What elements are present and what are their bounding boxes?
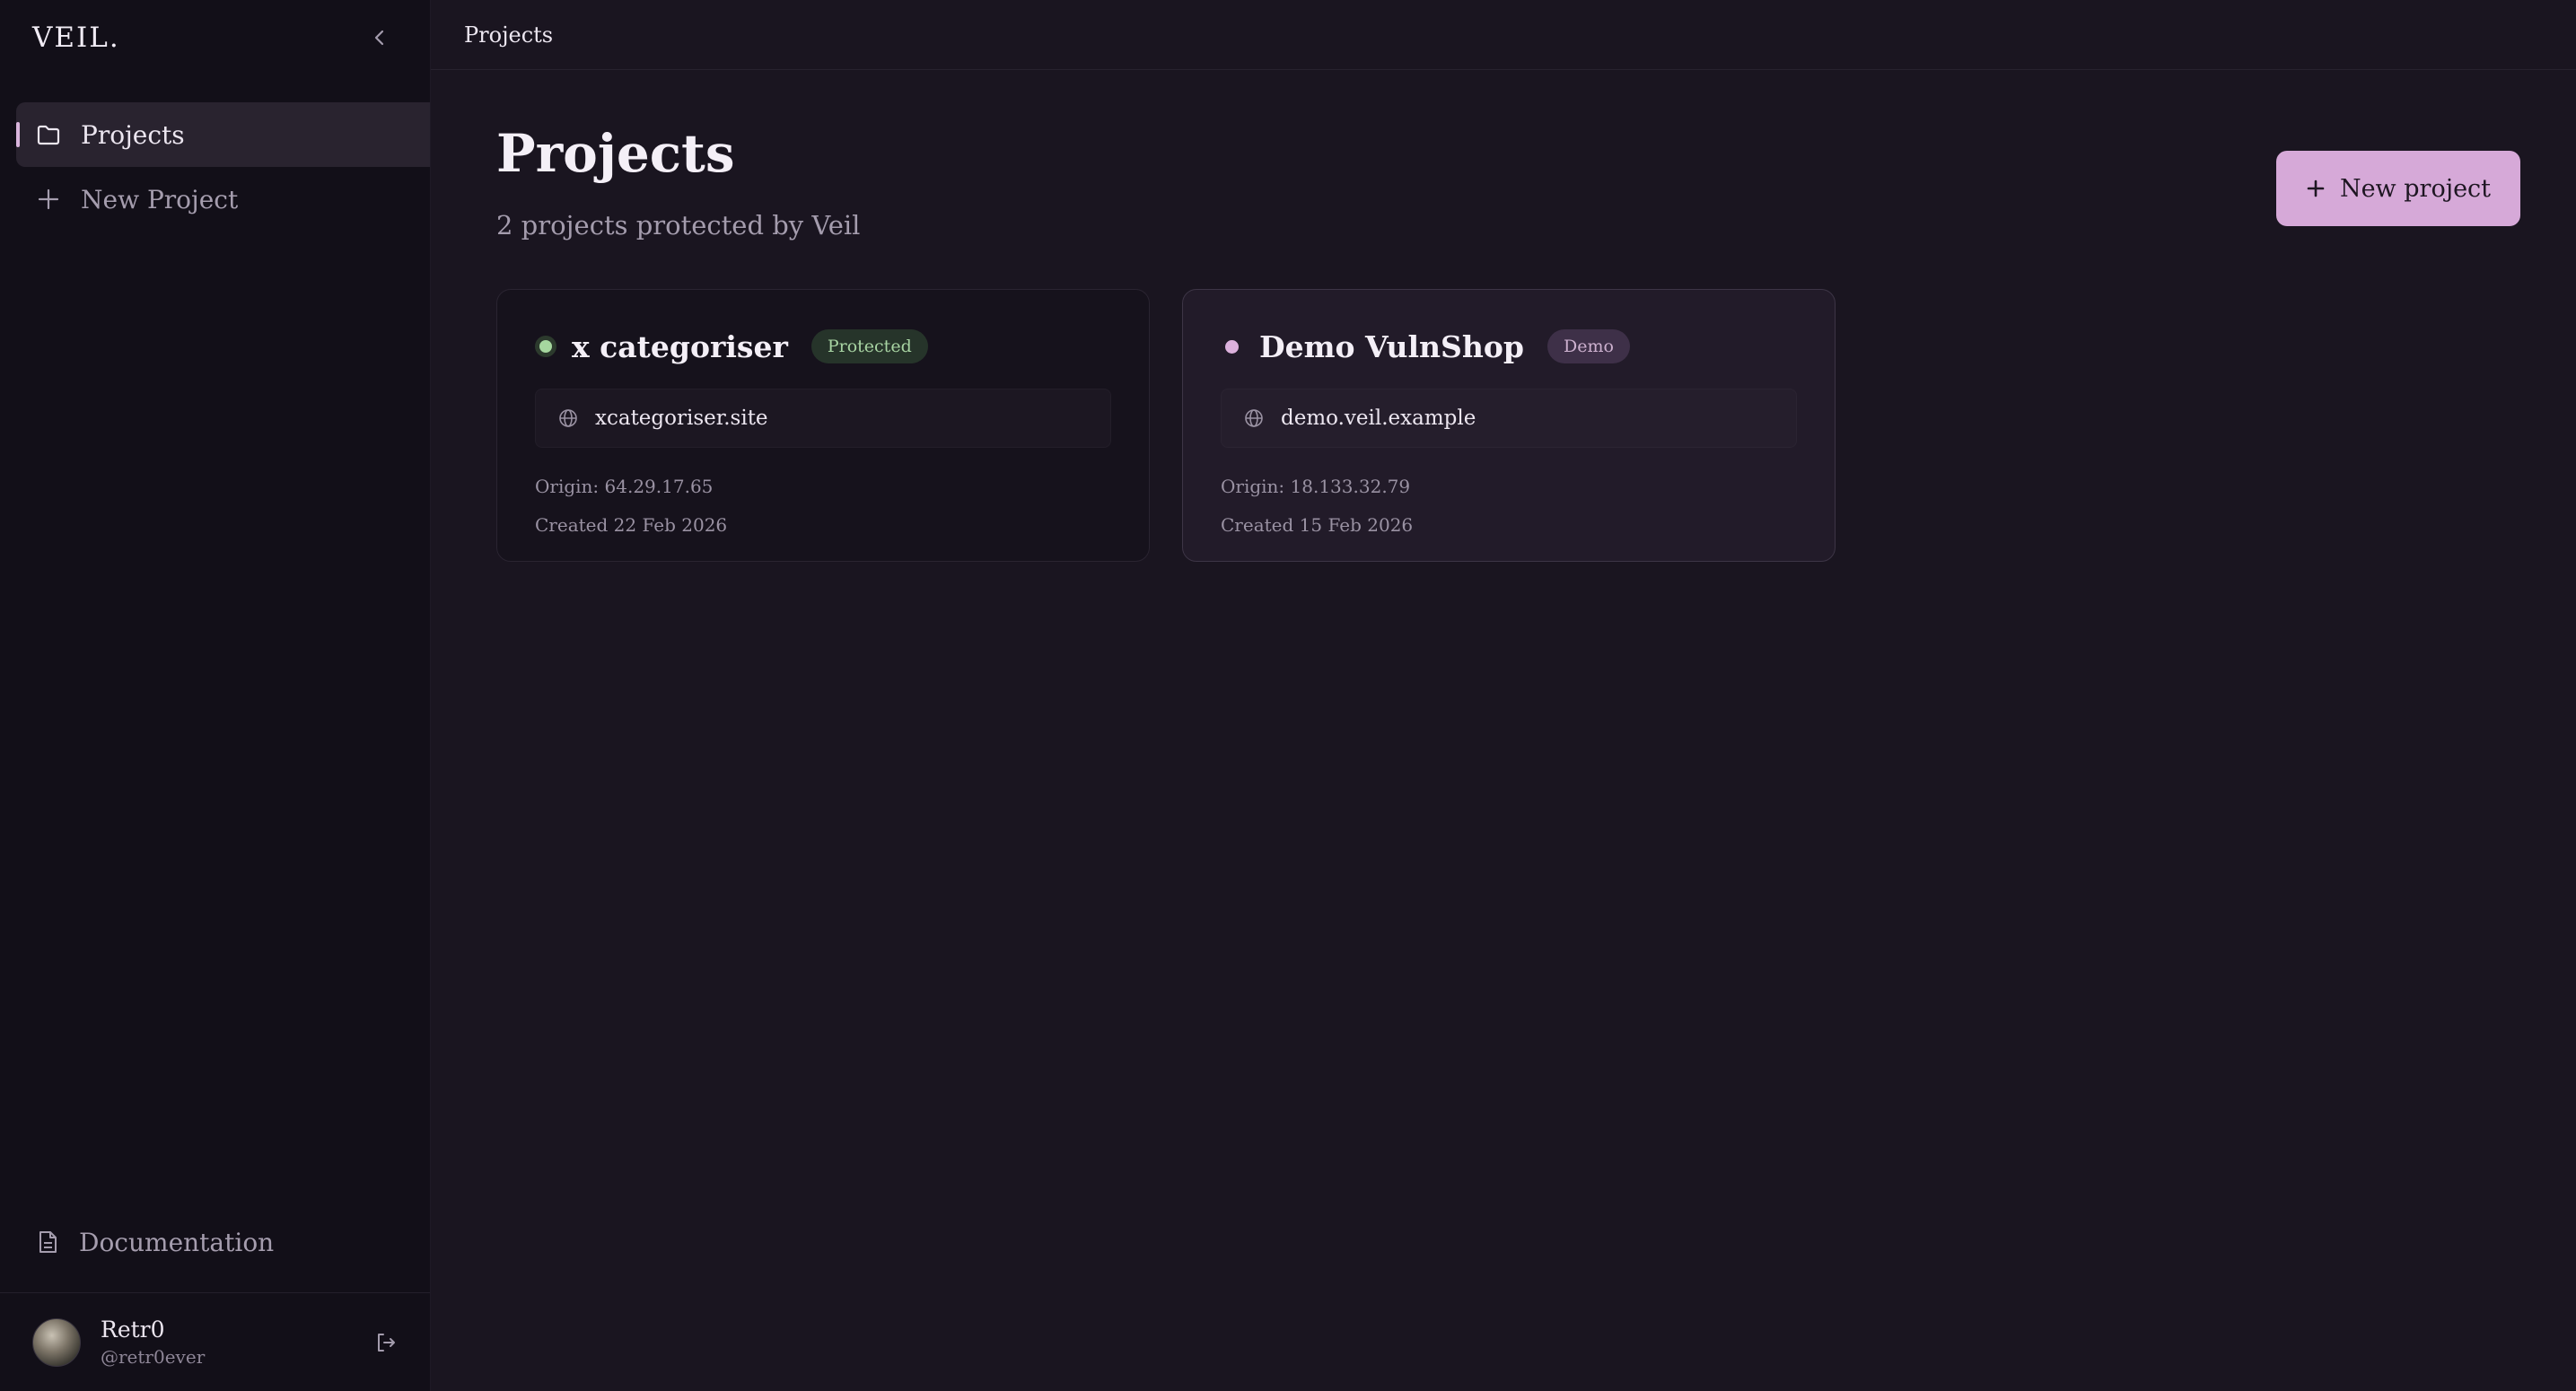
- project-card[interactable]: x categoriser Protected xcategoriser.sit…: [496, 289, 1150, 562]
- globe-icon: [1245, 409, 1263, 427]
- globe-icon: [559, 409, 577, 427]
- sidebar-header: VEIL.: [0, 0, 430, 75]
- project-card-header: x categoriser Protected: [535, 326, 1111, 367]
- origin-text: Origin: 64.29.17.65: [535, 476, 714, 497]
- project-card[interactable]: Demo VulnShop Demo demo.veil.example Ori…: [1182, 289, 1836, 562]
- user-handle: @retr0ever: [101, 1346, 206, 1368]
- page-title: Projects: [496, 123, 735, 184]
- status-badge: Demo: [1546, 329, 1630, 363]
- topbar: Projects: [431, 0, 2576, 70]
- sidebar-item-projects[interactable]: Projects: [16, 102, 430, 167]
- project-meta: Origin: 64.29.17.65 Created 22 Feb 2026: [535, 468, 1111, 545]
- sidebar-item-new-project[interactable]: New Project: [16, 167, 430, 232]
- app-root: VEIL. Projects New Project Documentation: [0, 0, 2576, 1391]
- user-name: Retr0: [101, 1317, 165, 1343]
- project-meta: Origin: 18.133.32.79 Created 15 Feb 2026: [1221, 468, 1797, 545]
- sidebar-footer: Documentation Retr0 @retr0ever: [0, 1212, 430, 1391]
- status-dot: [1225, 339, 1239, 354]
- logout-button[interactable]: [374, 1331, 398, 1354]
- status-badge: Protected: [810, 329, 928, 363]
- user-profile: Retr0 @retr0ever: [0, 1292, 430, 1391]
- document-icon: [39, 1231, 57, 1253]
- project-list: x categoriser Protected xcategoriser.sit…: [496, 289, 2576, 562]
- new-project-label: New project: [2339, 174, 2492, 203]
- projects-page: Projects 2 projects protected by Veil Ne…: [431, 70, 2576, 562]
- page-subtitle: 2 projects protected by Veil: [496, 210, 861, 241]
- logo: VEIL.: [32, 22, 120, 54]
- sidebar-item-label: Projects: [81, 119, 185, 150]
- domain-text: xcategoriser.site: [595, 407, 768, 430]
- collapse-sidebar-button[interactable]: [362, 20, 398, 56]
- chevron-left-icon: [374, 30, 384, 46]
- plus-icon: [38, 188, 59, 210]
- logout-icon: [378, 1333, 395, 1352]
- breadcrumb: Projects: [464, 22, 554, 48]
- domain-text: demo.veil.example: [1281, 407, 1476, 430]
- sidebar-item-documentation[interactable]: Documentation: [0, 1212, 430, 1273]
- origin-text: Origin: 18.133.32.79: [1221, 476, 1411, 497]
- sidebar-nav: Projects New Project: [0, 75, 430, 232]
- project-domain: xcategoriser.site: [535, 389, 1111, 448]
- sidebar: VEIL. Projects New Project Documentation: [0, 0, 431, 1391]
- created-text: Created 22 Feb 2026: [535, 514, 728, 536]
- created-text: Created 15 Feb 2026: [1221, 514, 1414, 536]
- main-content: Projects Projects 2 projects protected b…: [431, 0, 2576, 1391]
- new-project-button[interactable]: New project: [2276, 151, 2520, 226]
- user-info: Retr0 @retr0ever: [101, 1317, 355, 1368]
- sidebar-item-label: Documentation: [79, 1227, 275, 1257]
- project-card-header: Demo VulnShop Demo: [1221, 326, 1797, 367]
- project-domain: demo.veil.example: [1221, 389, 1797, 448]
- status-dot: [539, 340, 552, 353]
- folder-icon: [37, 125, 60, 145]
- project-name: x categoriser: [572, 328, 788, 364]
- plus-icon: [2307, 179, 2325, 197]
- project-name: Demo VulnShop: [1259, 328, 1524, 364]
- sidebar-item-label: New Project: [81, 184, 239, 214]
- avatar[interactable]: [32, 1317, 81, 1367]
